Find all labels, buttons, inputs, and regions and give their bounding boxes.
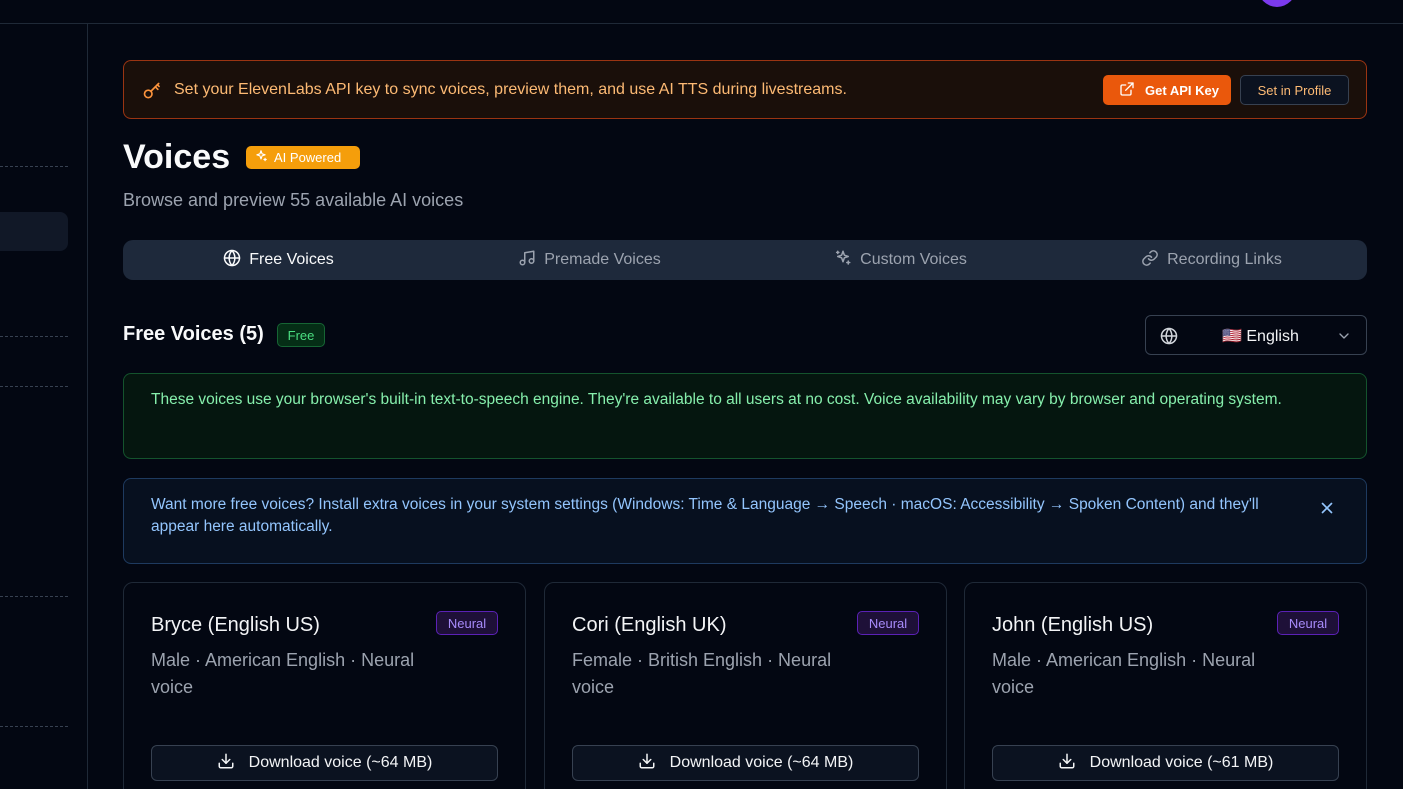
main-content: Set your ElevenLabs API key to sync voic… bbox=[123, 0, 1367, 789]
install-voices-tip: Want more free voices? Install extra voi… bbox=[123, 478, 1367, 564]
voice-name: Bryce (English US) bbox=[151, 614, 320, 636]
link-icon bbox=[1141, 249, 1159, 272]
download-label: Download voice (~64 MB) bbox=[669, 754, 854, 771]
section-title: Free Voices (5) bbox=[123, 323, 264, 345]
voice-tabs: Free Voices Premade Voices Custom Voices bbox=[123, 240, 1367, 280]
get-api-key-label: Get API Key bbox=[1145, 82, 1219, 98]
set-in-profile-button[interactable]: Set in Profile bbox=[1240, 75, 1349, 105]
get-api-key-button[interactable]: Get API Key bbox=[1103, 75, 1231, 105]
globe-icon bbox=[223, 249, 241, 272]
api-key-banner: Set your ElevenLabs API key to sync voic… bbox=[123, 60, 1367, 119]
sidebar-divider bbox=[0, 596, 68, 597]
tab-label: Premade Voices bbox=[544, 251, 661, 268]
download-icon bbox=[638, 752, 656, 775]
voice-card: Cori (English UK) Neural Female · Britis… bbox=[544, 582, 947, 789]
neural-badge: Neural bbox=[436, 611, 498, 635]
sidebar-divider bbox=[0, 336, 68, 337]
download-label: Download voice (~64 MB) bbox=[248, 754, 433, 771]
tab-recording-links[interactable]: Recording Links bbox=[1056, 240, 1367, 280]
voice-description: Male · American English · Neural voice bbox=[992, 650, 1256, 697]
language-value: 🇺🇸 English bbox=[1222, 328, 1299, 345]
free-badge: Free bbox=[277, 323, 325, 347]
page-title: Voices bbox=[123, 138, 231, 176]
ai-powered-badge: AI Powered bbox=[246, 146, 360, 169]
voice-description: Female · British English · Neural voice bbox=[572, 650, 832, 697]
close-icon[interactable] bbox=[1318, 499, 1336, 517]
external-link-icon bbox=[1119, 81, 1135, 100]
download-label: Download voice (~61 MB) bbox=[1089, 754, 1274, 771]
banner-text: Set your ElevenLabs API key to sync voic… bbox=[174, 81, 847, 98]
tab-custom-voices[interactable]: Custom Voices bbox=[745, 240, 1056, 280]
tab-label: Recording Links bbox=[1167, 251, 1282, 268]
tab-premade-voices[interactable]: Premade Voices bbox=[434, 240, 745, 280]
globe-icon bbox=[1160, 327, 1178, 345]
voice-name: Cori (English UK) bbox=[572, 614, 727, 636]
install-voices-tip-text: Want more free voices? Install extra voi… bbox=[151, 496, 1259, 535]
download-voice-button[interactable]: Download voice (~64 MB) bbox=[151, 745, 498, 781]
sparkles-icon bbox=[834, 249, 852, 272]
tab-label: Custom Voices bbox=[860, 251, 967, 268]
download-icon bbox=[217, 752, 235, 775]
page-subtitle: Browse and preview 55 available AI voice… bbox=[123, 190, 464, 210]
voice-card: Bryce (English US) Neural Male · America… bbox=[123, 582, 526, 789]
neural-badge: Neural bbox=[857, 611, 919, 635]
voice-description: Male · American English · Neural voice bbox=[151, 650, 415, 697]
sidebar-divider bbox=[0, 166, 68, 167]
voice-name: John (English US) bbox=[992, 614, 1154, 636]
music-note-icon bbox=[518, 249, 536, 272]
tab-free-voices[interactable]: Free Voices bbox=[123, 240, 434, 280]
sidebar bbox=[0, 24, 88, 789]
ai-powered-label: AI Powered bbox=[274, 150, 342, 165]
sidebar-divider bbox=[0, 386, 68, 387]
free-voices-info: These voices use your browser's built-in… bbox=[123, 373, 1367, 459]
sparkles-icon bbox=[254, 149, 268, 166]
sidebar-divider bbox=[0, 726, 68, 727]
neural-badge: Neural bbox=[1277, 611, 1339, 635]
sidebar-item-active[interactable] bbox=[0, 212, 68, 251]
download-voice-button[interactable]: Download voice (~61 MB) bbox=[992, 745, 1339, 781]
free-voices-info-text: These voices use your browser's built-in… bbox=[151, 391, 1282, 408]
chevron-down-icon bbox=[1336, 328, 1352, 344]
voice-card: John (English US) Neural Male · American… bbox=[964, 582, 1367, 789]
tab-label: Free Voices bbox=[249, 251, 334, 268]
download-voice-button[interactable]: Download voice (~64 MB) bbox=[572, 745, 919, 781]
key-icon bbox=[142, 81, 162, 101]
language-select[interactable]: 🇺🇸 English bbox=[1145, 315, 1367, 355]
download-icon bbox=[1058, 752, 1076, 775]
